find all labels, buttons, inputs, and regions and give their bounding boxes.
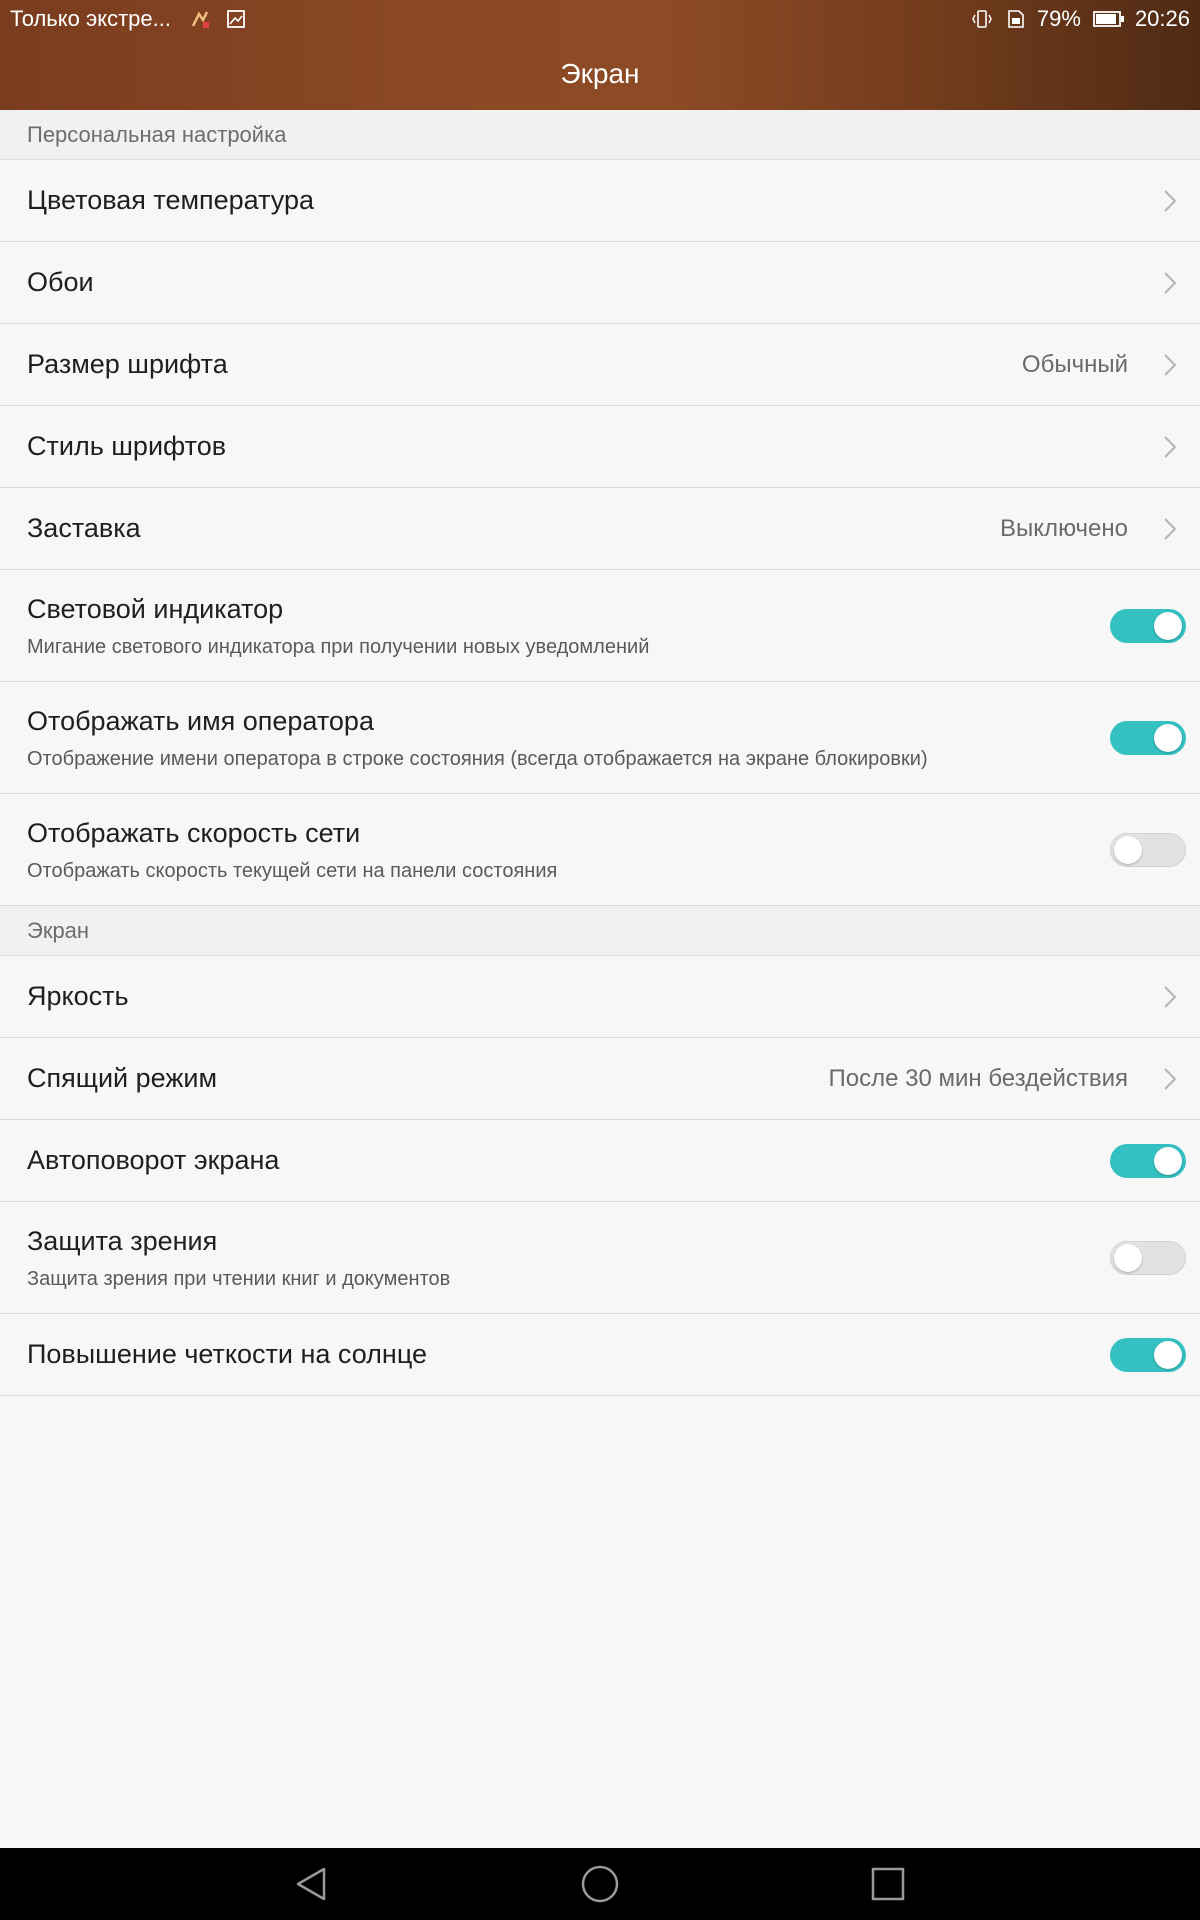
setting-label: Повышение четкости на солнце [27, 1339, 427, 1369]
settings-list: Персональная настройка Цветовая температ… [0, 110, 1200, 1396]
status-bar: Только экстре... 79% 20:26 [0, 0, 1200, 38]
setting-screensaver[interactable]: Заставка Выключено [0, 488, 1200, 570]
setting-description: Мигание светового индикатора при получен… [27, 636, 650, 658]
setting-label: Обои [27, 267, 94, 297]
setting-brightness[interactable]: Яркость [0, 956, 1200, 1038]
setting-description: Защита зрения при чтении книг и документ… [27, 1268, 451, 1290]
setting-value: Выключено [1000, 515, 1128, 542]
setting-label: Автоповорот экрана [27, 1145, 280, 1175]
setting-sunlight-readability: Повышение четкости на солнце [0, 1314, 1200, 1396]
battery-icon [1093, 8, 1125, 30]
toggle-knob [1114, 1244, 1142, 1272]
setting-label: Размер шрифта [27, 349, 228, 379]
setting-label: Отображать скорость сети [27, 818, 361, 848]
setting-description: Отображение имени оператора в строке сос… [27, 748, 928, 770]
setting-label: Спящий режим [27, 1063, 218, 1093]
light-indicator-toggle[interactable] [1110, 609, 1186, 643]
setting-wallpaper[interactable]: Обои [0, 242, 1200, 324]
setting-operator-name: Отображать имя оператора Отображение име… [0, 682, 1200, 794]
setting-value: Обычный [1021, 351, 1128, 378]
setting-label: Защита зрения [27, 1226, 218, 1256]
chevron-right-icon [1164, 436, 1177, 458]
toggle-knob [1154, 724, 1182, 752]
setting-color-temperature[interactable]: Цветовая температура [0, 160, 1200, 242]
setting-sleep[interactable]: Спящий режим После 30 мин бездействия [0, 1038, 1200, 1120]
setting-font-size[interactable]: Размер шрифта Обычный [0, 324, 1200, 406]
setting-label: Цветовая температура [27, 185, 315, 215]
sim-icon [1005, 8, 1027, 30]
app-header: Только экстре... 79% 20:26 Экран [0, 0, 1200, 110]
setting-description: Отображать скорость текущей сети на пане… [27, 860, 558, 882]
toggle-knob [1114, 836, 1142, 864]
setting-label: Заставка [27, 513, 141, 543]
operator-name-toggle[interactable] [1110, 721, 1186, 755]
back-icon[interactable] [292, 1864, 332, 1904]
chevron-right-icon [1164, 1068, 1177, 1090]
setting-label: Яркость [27, 981, 129, 1011]
network-speed-toggle[interactable] [1110, 833, 1186, 867]
navigation-bar [0, 1848, 1200, 1920]
toggle-knob [1154, 1147, 1182, 1175]
carrier-name: Только экстре... [10, 6, 171, 31]
notification-app-icon [189, 8, 211, 30]
home-icon[interactable] [580, 1864, 620, 1904]
chevron-right-icon [1164, 190, 1177, 212]
chevron-right-icon [1164, 986, 1177, 1008]
toggle-knob [1154, 612, 1182, 640]
vibrate-icon [971, 8, 993, 30]
clock: 20:26 [1134, 6, 1190, 31]
setting-label: Световой индикатор [27, 594, 284, 624]
section-header-personal: Персональная настройка [0, 110, 1200, 160]
image-icon [225, 8, 247, 30]
setting-value: После 30 мин бездействия [828, 1065, 1128, 1092]
setting-light-indicator: Световой индикатор Мигание светового инд… [0, 570, 1200, 682]
toggle-knob [1154, 1341, 1182, 1369]
autorotate-toggle[interactable] [1110, 1144, 1186, 1178]
recents-icon[interactable] [868, 1864, 908, 1904]
setting-eye-protection: Защита зрения Защита зрения при чтении к… [0, 1202, 1200, 1314]
setting-autorotate: Автоповорот экрана [0, 1120, 1200, 1202]
setting-label: Отображать имя оператора [27, 706, 374, 736]
eye-protection-toggle[interactable] [1110, 1241, 1186, 1275]
setting-network-speed: Отображать скорость сети Отображать скор… [0, 794, 1200, 906]
battery-percent: 79% [1036, 6, 1081, 31]
chevron-right-icon [1164, 354, 1177, 376]
setting-font-style[interactable]: Стиль шрифтов [0, 406, 1200, 488]
page-title: Экран [560, 58, 640, 89]
chevron-right-icon [1164, 272, 1177, 294]
sunlight-readability-toggle[interactable] [1110, 1338, 1186, 1372]
chevron-right-icon [1164, 518, 1177, 540]
section-header-screen: Экран [0, 906, 1200, 956]
setting-label: Стиль шрифтов [27, 431, 227, 461]
